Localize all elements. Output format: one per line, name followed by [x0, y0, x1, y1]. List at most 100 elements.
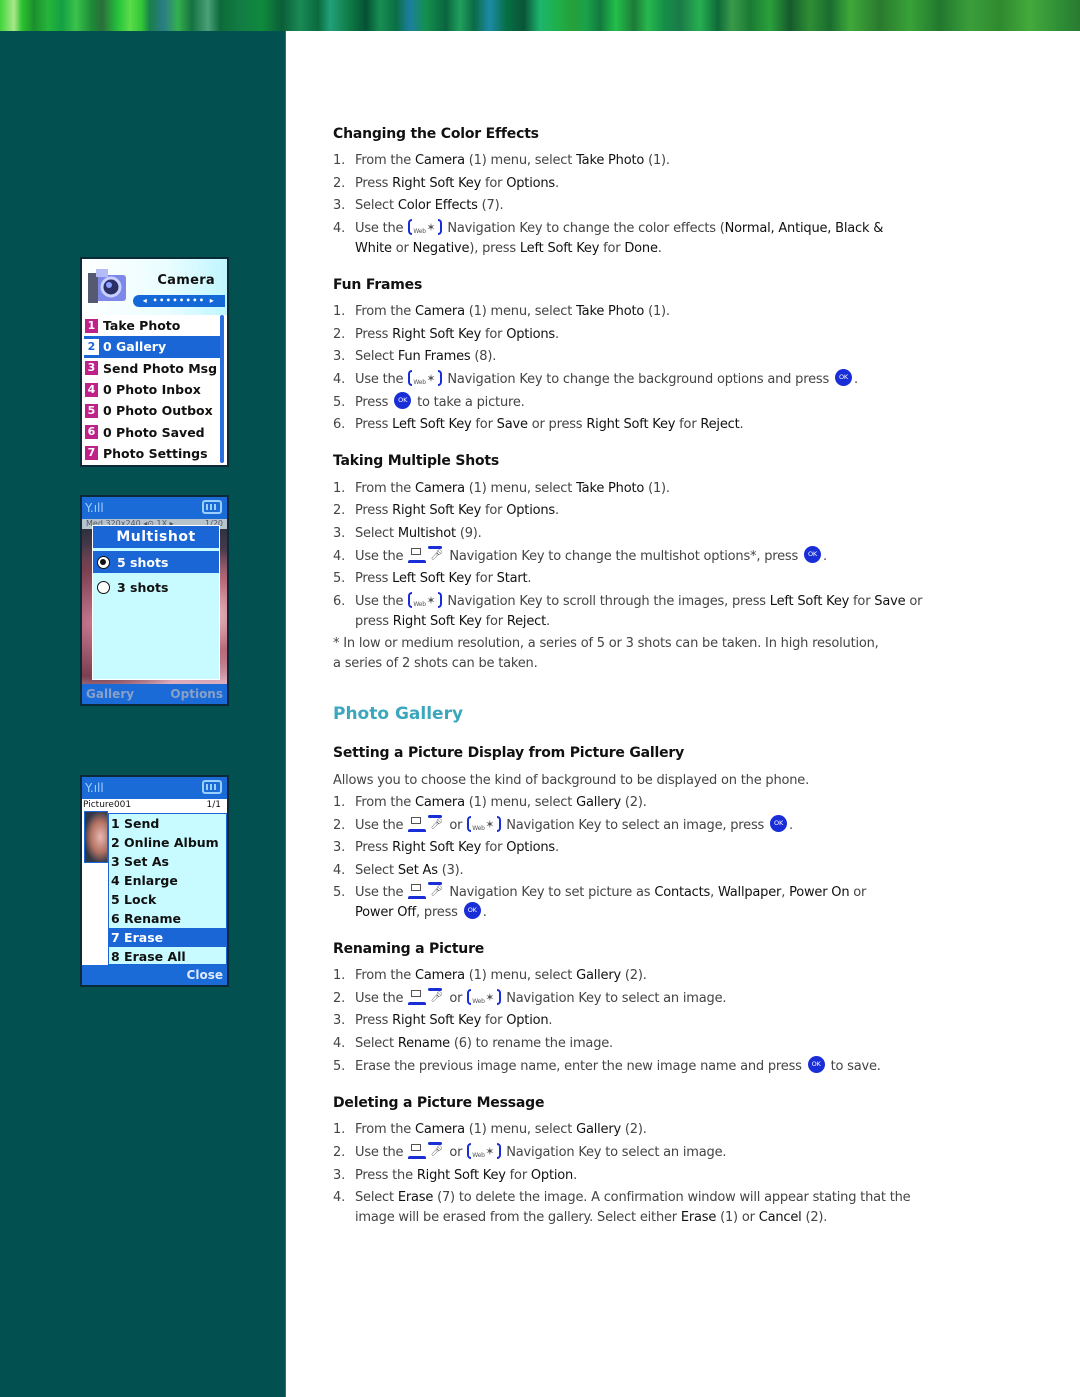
text-fragment: , press — [416, 905, 458, 920]
menu-item-photo-inbox[interactable]: 4 0 Photo Inbox — [84, 379, 221, 400]
ok-key-icon: OK — [394, 392, 412, 409]
text-fragment: Select — [355, 1190, 398, 1205]
up-down-nav-key-icon: 🎤︎ — [406, 881, 446, 900]
step: 5. Erase the previous image name, enter t… — [333, 1056, 933, 1077]
step-text: From the Camera (1) menu, select Gallery… — [355, 793, 933, 813]
menu-item-photo-saved[interactable]: 6 0 Photo Saved — [84, 421, 221, 442]
text-fragment: Select — [355, 526, 398, 541]
menu-item-gallery[interactable]: 20 Gallery — [84, 336, 221, 358]
section-title-photo-gallery: Photo Gallery — [333, 704, 464, 724]
left-soft-key-gallery[interactable]: Gallery — [86, 684, 134, 704]
option-5-shots[interactable]: 5 shots — [93, 551, 219, 573]
option-erase[interactable]: 7 Erase — [109, 928, 226, 947]
text-fragment: for — [481, 503, 507, 518]
step-text: Press Right Soft Key for Options. — [355, 325, 933, 345]
option-3-shots[interactable]: 3 shots — [93, 576, 219, 598]
step-number: 6. — [333, 417, 346, 432]
step-text: Press Right Soft Key for Options. — [355, 501, 933, 521]
side-nav-key-icon: Web ✶ — [465, 815, 503, 832]
option-set-as[interactable]: 3 Set As — [109, 852, 226, 871]
step-text: Select Multishot (9). — [355, 524, 933, 544]
text-fragment: for — [481, 840, 507, 855]
menu-item-send-photo-msg[interactable]: 3 Send Photo Msg — [84, 358, 221, 379]
text-fragment: Use the — [355, 549, 404, 564]
menu-label: Take Photo — [103, 318, 181, 334]
side-nav-key-icon: Web ✶ — [465, 988, 503, 1005]
picture-thumbnail[interactable] — [84, 811, 108, 863]
menu-number: 2 — [84, 338, 99, 355]
option-online-album[interactable]: 2 Online Album — [109, 833, 226, 852]
text-fragment: . — [573, 1168, 578, 1183]
text-fragment: . — [554, 327, 559, 342]
option-send[interactable]: 1 Send — [109, 814, 226, 833]
right-soft-key-close[interactable]: Close — [187, 965, 223, 985]
text-fragment: . — [823, 549, 827, 564]
step-text: Use the 🎤︎ Navigation Key to set picture a… — [355, 881, 893, 923]
soft-key-bar: Close — [82, 965, 227, 985]
text-fragment — [428, 1141, 443, 1145]
text-fragment: Navigation Key to select an image. — [506, 1145, 727, 1160]
status-bar: Y.ıll — [82, 497, 227, 519]
text-fragment: (1). — [644, 304, 670, 319]
up-down-nav-key-icon: 🎤︎ — [406, 987, 446, 1006]
step: 4. Select Rename (6) to rename the image. — [333, 1034, 933, 1054]
text-fragment: . — [657, 241, 662, 256]
text-fragment: Press — [355, 176, 393, 191]
step-text: Use the 🎤︎ or Web ✶ Navigation Key to select … — [355, 987, 933, 1009]
option-enlarge[interactable]: 4 Enlarge — [109, 871, 226, 890]
emphasized-term: Power On — [789, 885, 850, 900]
picture-name-bar: Picture001 1/1 — [82, 799, 227, 811]
emphasized-term: Reject — [506, 614, 546, 629]
step-number: 2. — [333, 503, 346, 518]
text-fragment: or — [391, 241, 413, 256]
step-number: 4. — [333, 549, 346, 564]
footnote: * In low or medium resolution, a series … — [333, 634, 913, 673]
menu-pager[interactable]: ◂ •••••••• ▸ — [133, 295, 225, 307]
emphasized-term: Option — [530, 1168, 574, 1183]
emphasized-term: Right Soft Key — [392, 614, 482, 629]
text-fragment: From the — [355, 1122, 416, 1137]
option-rename[interactable]: 6 Rename — [109, 909, 226, 928]
text-fragment: ), press — [469, 241, 520, 256]
step-text: Use the Web ✶ Navigation Key to change the … — [355, 369, 933, 390]
text-fragment: From the — [355, 968, 416, 983]
text-fragment: , — [781, 885, 790, 900]
step: 1. From the Camera (1) menu, select Take … — [333, 479, 933, 499]
text-fragment: From the — [355, 304, 416, 319]
text-fragment: Press — [355, 840, 393, 855]
up-down-nav-key-icon: 🎤︎ — [406, 545, 446, 564]
menu-item-photo-outbox[interactable]: 5 0 Photo Outbox — [84, 400, 221, 421]
text-fragment: Use the — [355, 221, 404, 236]
text-fragment: Use the — [355, 818, 404, 833]
step: 2. Use the 🎤︎ or Web ✶ Navigation Key to selec… — [333, 814, 933, 836]
text-fragment: Press — [355, 327, 393, 342]
text-fragment — [467, 815, 472, 832]
step-number: 1. — [333, 968, 346, 983]
step: 1. From the Camera (1) menu, select Galle… — [333, 966, 933, 986]
option-erase-all[interactable]: 8 Erase All — [109, 947, 226, 966]
text-fragment: Use the — [355, 991, 404, 1006]
emphasized-term: Done — [624, 241, 658, 256]
menu-item-photo-settings[interactable]: 7 Photo Settings — [84, 443, 221, 464]
step: 1. From the Camera (1) menu, select Take … — [333, 302, 933, 322]
emphasized-term: Right Soft Key — [392, 327, 482, 342]
text-fragment: for — [471, 571, 497, 586]
menu-label: 0 Photo Saved — [103, 424, 205, 440]
option-lock[interactable]: 5 Lock — [109, 890, 226, 909]
text-fragment: 🎤︎ — [430, 991, 443, 1003]
menu-scrollbar[interactable] — [220, 315, 224, 463]
text-fragment: Press — [355, 417, 393, 432]
menu-item-take-photo[interactable]: 1 Take Photo — [84, 315, 221, 336]
text-fragment: Navigation Key to select an image. — [506, 991, 727, 1006]
emphasized-term: Options — [506, 176, 555, 191]
text-fragment — [411, 883, 422, 891]
step-number: 3. — [333, 1013, 346, 1028]
step-number: 2. — [333, 818, 346, 833]
right-soft-key-options[interactable]: Options — [170, 684, 223, 704]
ok-key-icon: OK — [804, 546, 821, 563]
up-down-nav-key-icon: 🎤︎ — [406, 1141, 446, 1160]
text-fragment — [428, 881, 443, 885]
step-text: Press Left Soft Key for Save or press Ri… — [355, 415, 933, 435]
ok-key-icon: OK — [770, 815, 788, 832]
ok-key-icon: OK — [834, 369, 852, 386]
